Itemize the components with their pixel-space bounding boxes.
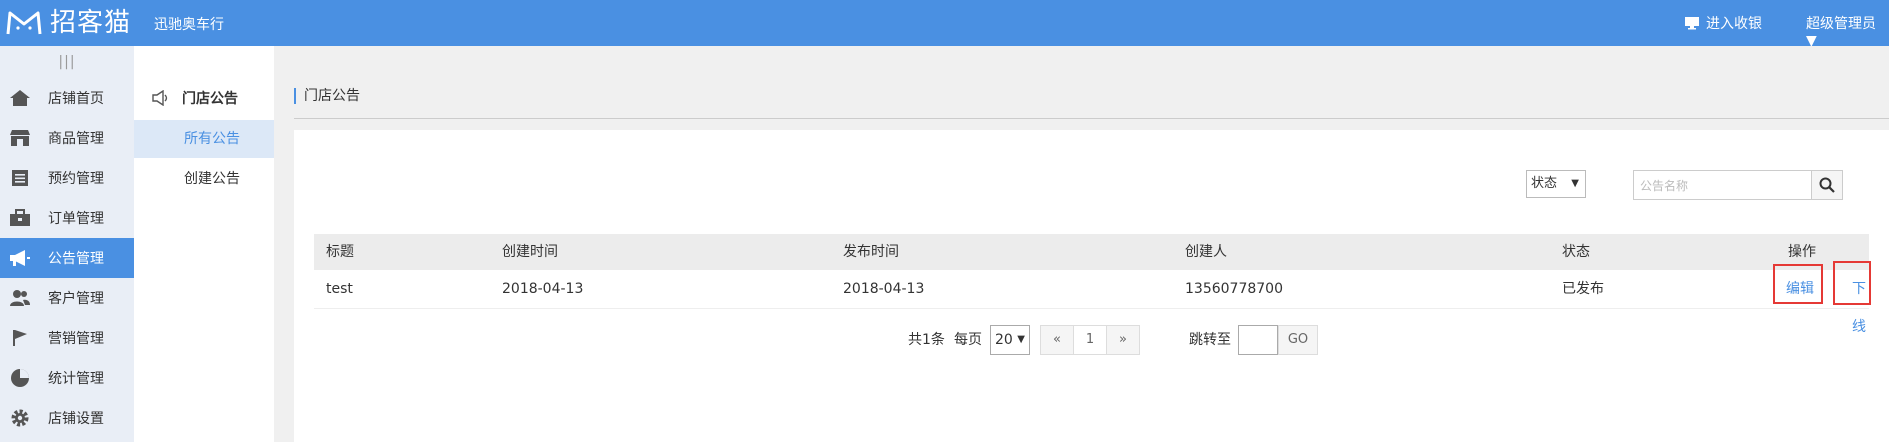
enter-cashier-button[interactable]: 进入收银: [1684, 13, 1762, 33]
cell-creator: 13560778700: [1185, 281, 1283, 297]
column-header-creator: 创建人: [1185, 244, 1227, 260]
column-header-published: 发布时间: [843, 244, 899, 260]
sidebar-item-label: 店铺首页: [48, 91, 104, 107]
announcement-table: 标题 创建时间 发布时间 创建人 状态 操作 test 2018-04-13 2…: [314, 234, 1871, 335]
subnav-item-create-announcement[interactable]: 创建公告: [134, 160, 274, 198]
page-number-button[interactable]: 1: [1073, 326, 1107, 354]
sidebar-item-announcements[interactable]: 公告管理: [0, 238, 134, 278]
breadcrumb-divider: [294, 118, 1889, 119]
subnav-title-label: 门店公告: [182, 91, 238, 107]
speaker-icon: [152, 90, 168, 106]
prev-page-button[interactable]: «: [1041, 326, 1073, 354]
column-header-created: 创建时间: [502, 244, 558, 260]
sidebar-item-label: 商品管理: [48, 131, 104, 147]
store-name: 迅驰奥车行: [154, 17, 224, 33]
highlight-box-offline: [1833, 261, 1871, 305]
sidebar-item-customers[interactable]: 客户管理: [0, 278, 134, 318]
per-page-label: 每页: [954, 332, 982, 348]
main-sidebar: ||| 店铺首页 商品管理 预约管理 订单管理 公告管理 客户管理 营销管理 统…: [0, 46, 134, 442]
sidebar-item-store-home[interactable]: 店铺首页: [0, 78, 134, 118]
briefcase-icon: [8, 208, 32, 228]
secondary-sidebar: 门店公告 所有公告 创建公告: [134, 46, 274, 442]
table-header: 标题 创建时间 发布时间 创建人 状态 操作: [314, 234, 1869, 270]
users-icon: [8, 288, 32, 308]
sidebar-item-orders[interactable]: 订单管理: [0, 198, 134, 238]
sidebar-item-label: 营销管理: [48, 331, 104, 347]
brand-name: 招客猫: [50, 8, 132, 38]
store-icon: [8, 128, 32, 148]
megaphone-icon: [8, 248, 32, 268]
flag-icon: [8, 328, 32, 348]
column-header-title: 标题: [326, 244, 354, 260]
sidebar-item-statistics[interactable]: 统计管理: [0, 358, 134, 398]
goto-label: 跳转至: [1189, 332, 1231, 348]
page-size-select[interactable]: 20 ▼: [990, 325, 1030, 355]
cat-logo-icon: [6, 11, 42, 35]
cell-title: test: [326, 281, 353, 297]
gear-icon: [8, 408, 32, 428]
sidebar-item-reservations[interactable]: 预约管理: [0, 158, 134, 198]
cashier-label: 进入收银: [1706, 16, 1762, 32]
sidebar-item-marketing[interactable]: 营销管理: [0, 318, 134, 358]
sidebar-item-label: 公告管理: [48, 251, 104, 267]
column-header-status: 状态: [1562, 244, 1590, 260]
sidebar-item-label: 预约管理: [48, 171, 104, 187]
page-size-value: 20: [995, 332, 1013, 348]
announcement-panel: 状态 ▼ 标题 创建时间 发布时间 创建人 状态 操作 test: [294, 130, 1889, 442]
subnav-item-all-announcements[interactable]: 所有公告: [134, 120, 274, 158]
search-input[interactable]: [1634, 171, 1818, 201]
sidebar-item-products[interactable]: 商品管理: [0, 118, 134, 158]
highlight-box-edit: [1773, 264, 1823, 304]
chevron-down-icon: ▼: [1571, 178, 1579, 189]
search-button[interactable]: [1811, 171, 1842, 199]
sidebar-item-label: 统计管理: [48, 371, 104, 387]
sidebar-item-store-settings[interactable]: 店铺设置: [0, 398, 134, 438]
cell-status: 已发布: [1562, 281, 1604, 297]
cell-created: 2018-04-13: [502, 281, 584, 297]
table-row: test 2018-04-13 2018-04-13 13560778700 已…: [314, 261, 1871, 335]
subnav-title: 门店公告: [152, 88, 238, 108]
sidebar-item-label: 客户管理: [48, 291, 104, 307]
goto-page-input[interactable]: [1238, 325, 1278, 355]
search-box: [1633, 170, 1843, 201]
cell-published: 2018-04-13: [843, 281, 925, 297]
admin-menu[interactable]: 超级管理员 ▼: [1806, 13, 1889, 49]
status-filter-label: 状态: [1531, 176, 1558, 191]
total-count: 共1条: [908, 332, 945, 348]
page-nav: « 1 »: [1040, 325, 1140, 355]
collapse-sidebar-icon[interactable]: |||: [0, 46, 134, 78]
top-bar: 招客猫 迅驰奥车行 进入收银 超级管理员 ▼: [0, 0, 1889, 49]
search-icon: [1819, 177, 1835, 193]
pagination: 共1条 每页 20 ▼ « 1 » 跳转至 GO: [294, 324, 1889, 356]
home-icon: [8, 88, 32, 108]
breadcrumb: 门店公告: [294, 88, 360, 104]
list-icon: [8, 168, 32, 188]
go-button[interactable]: GO: [1278, 325, 1318, 355]
next-page-button[interactable]: »: [1107, 326, 1139, 354]
pie-chart-icon: [8, 368, 32, 388]
sidebar-item-label: 订单管理: [48, 211, 104, 227]
status-filter-select[interactable]: 状态 ▼: [1526, 170, 1586, 198]
logo[interactable]: 招客猫: [6, 8, 131, 38]
sidebar-item-label: 店铺设置: [48, 411, 104, 427]
monitor-icon: [1685, 17, 1699, 30]
main-content: 门店公告 状态 ▼ 标题 创建时间 发布时间 创建人 状态 操作: [274, 46, 1889, 442]
chevron-down-icon: ▼: [1017, 334, 1025, 345]
